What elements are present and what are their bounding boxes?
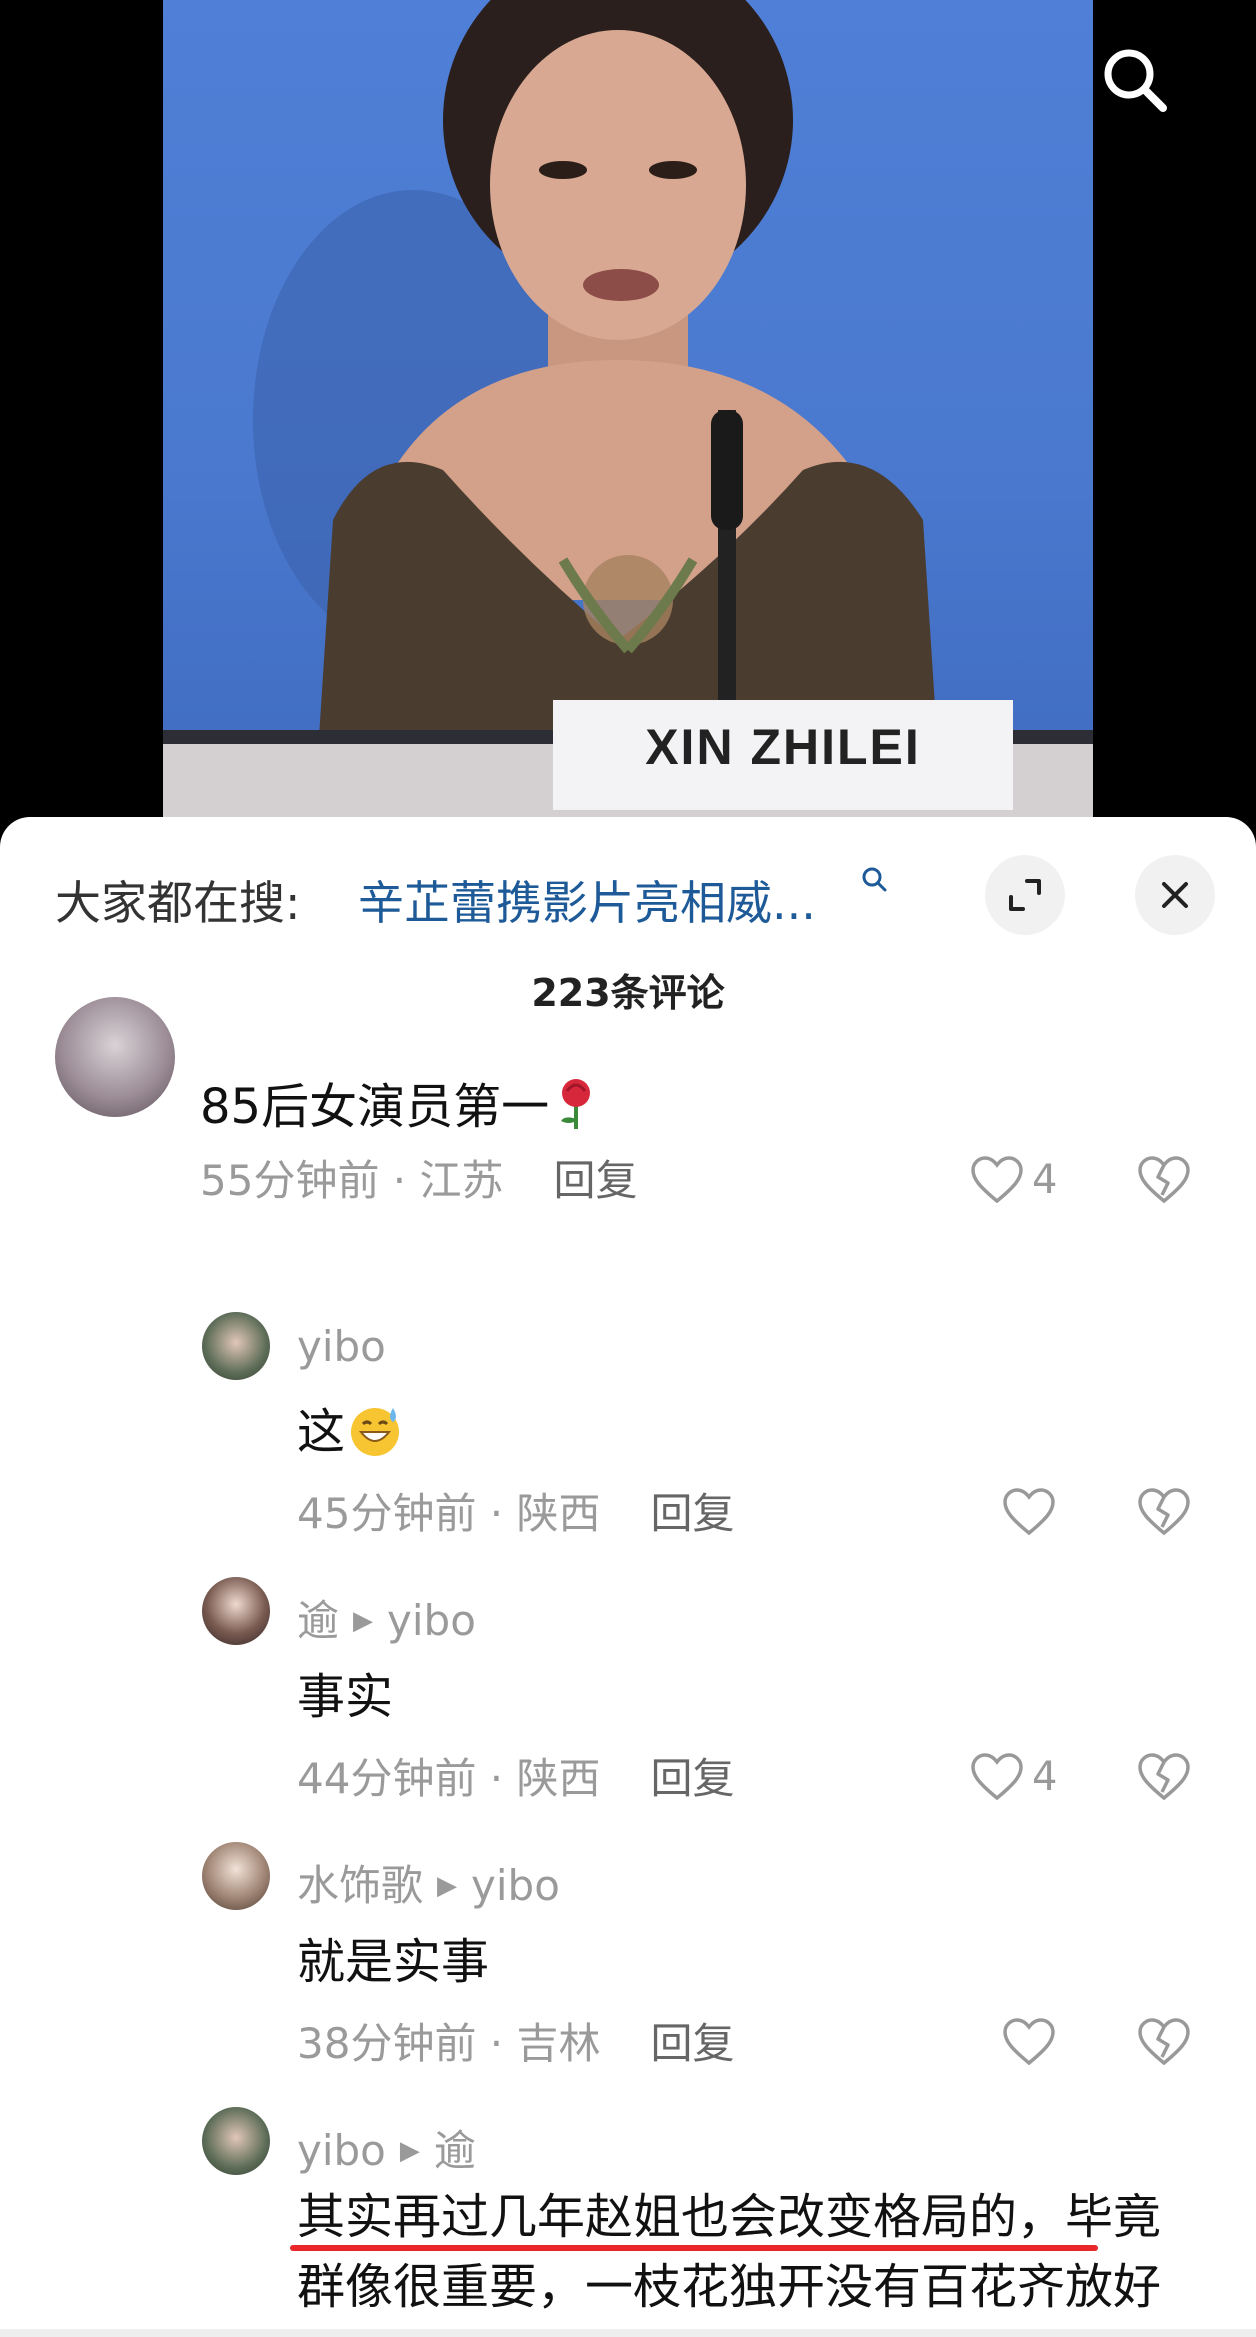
reply-button[interactable]: 回复 <box>651 1754 735 1803</box>
comment-text-content: 这 <box>297 1404 346 1460</box>
heart-icon <box>971 1156 1023 1204</box>
dislike-button[interactable] <box>1137 1155 1191 1209</box>
comment-text-line: 其实再过几年赵姐也会改变格局的，毕竟 <box>297 2189 1162 2245</box>
reply-to-username[interactable]: yibo <box>471 1861 560 1910</box>
like-button[interactable] <box>1002 2017 1064 2067</box>
comment-text: 85后女演员第一 <box>200 1067 599 1137</box>
comment-text-content: 85后女演员第一 <box>200 1079 550 1135</box>
username[interactable]: 逾 <box>297 1596 339 1645</box>
broken-heart-icon <box>1138 1753 1190 1801</box>
name-plate: XIN ZHILEI <box>645 719 921 775</box>
username[interactable]: 水饰歌 <box>297 1861 423 1910</box>
heart-icon <box>1003 1488 1055 1536</box>
search-icon <box>1104 49 1167 112</box>
expand-button[interactable] <box>985 855 1065 935</box>
comment-text-content: 事实 <box>297 1669 394 1725</box>
comment-location: 吉林 <box>516 2019 601 2068</box>
comment-time: 55分钟前 <box>200 1156 380 1205</box>
like-button[interactable] <box>1002 1487 1064 1537</box>
like-button[interactable]: 4 <box>970 1752 1057 1802</box>
like-count: 4 <box>1032 1754 1058 1800</box>
username[interactable]: yibo <box>297 2126 386 2175</box>
comment-text-line: 群像很重要，一枝花独开没有百花齐放好 <box>297 2259 1162 2315</box>
trending-search-prefix: 大家都在搜: <box>55 876 301 930</box>
search-icon <box>862 867 887 892</box>
close-button[interactable] <box>1135 855 1215 935</box>
comment-location: 陕西 <box>516 1754 601 1803</box>
like-count: 4 <box>1032 1157 1058 1203</box>
reply-button[interactable]: 回复 <box>554 1156 638 1205</box>
video-player[interactable]: XIN ZHILEI <box>0 0 1256 830</box>
username[interactable]: yibo <box>297 1322 386 1371</box>
avatar[interactable] <box>202 1842 270 1910</box>
comment-location: 陕西 <box>516 1489 601 1538</box>
comment-username[interactable]: yibo ▶ 逾 <box>297 2117 476 2178</box>
dislike-button[interactable] <box>1137 1752 1191 1806</box>
comment-meta: 44分钟前 · 陕西 回复 <box>297 1754 735 1803</box>
rose-emoji-icon <box>561 1079 591 1129</box>
comment-text: 这 <box>297 1392 403 1462</box>
broken-heart-icon <box>1138 1488 1190 1536</box>
comment-time: 44分钟前 <box>297 1754 477 1803</box>
comment-time: 45分钟前 <box>297 1489 477 1538</box>
like-button[interactable]: 4 <box>970 1155 1057 1205</box>
reply-arrow-icon: ▶ <box>353 1606 374 1636</box>
broken-heart-icon <box>1138 1156 1190 1204</box>
sheet-bottom-edge <box>0 2329 1256 2337</box>
comment-count: 223条评论 <box>531 971 725 1015</box>
comment-time: 38分钟前 <box>297 2019 477 2068</box>
comment-location: 江苏 <box>419 1156 504 1205</box>
comment-username[interactable]: 水饰歌 ▶ yibo <box>297 1852 560 1913</box>
comment-text: 就是实事 <box>297 1922 489 1992</box>
reply-to-username[interactable]: 逾 <box>434 2126 476 2175</box>
comment-meta: 45分钟前 · 陕西 回复 <box>297 1489 735 1538</box>
comment-text-content: 就是实事 <box>297 1934 490 1990</box>
comment-meta: 55分钟前 · 江苏 回复 <box>200 1156 638 1205</box>
heart-icon <box>1003 2018 1055 2066</box>
broken-heart-icon <box>1138 2018 1190 2066</box>
comment-username[interactable]: yibo <box>297 1322 386 1371</box>
expand-icon <box>1009 879 1041 911</box>
video-search-button[interactable] <box>1095 40 1175 120</box>
avatar[interactable] <box>202 1312 270 1380</box>
comment-text: 其实再过几年赵姐也会改变格局的，毕竟 群像很重要，一枝花独开没有百花齐放好 看 <box>297 2182 1217 2337</box>
comment-username[interactable]: 逾 ▶ yibo <box>297 1587 476 1648</box>
avatar[interactable] <box>55 997 175 1117</box>
dislike-button[interactable] <box>1137 2017 1191 2071</box>
heart-icon <box>971 1753 1023 1801</box>
comment-text: 事实 <box>297 1657 393 1727</box>
reply-button[interactable]: 回复 <box>651 1489 735 1538</box>
dislike-button[interactable] <box>1137 1487 1191 1541</box>
trending-search-row: 大家都在搜: 辛芷蕾携影片亮相威... <box>0 817 1256 962</box>
trending-search-link[interactable]: 辛芷蕾携影片亮相威... <box>358 867 816 933</box>
grinning-sweat-emoji-icon <box>351 1408 400 1456</box>
video-frame-image <box>163 0 1093 830</box>
avatar[interactable] <box>202 1577 270 1645</box>
reply-to-username[interactable]: yibo <box>387 1596 476 1645</box>
video-frame[interactable]: XIN ZHILEI <box>163 0 1093 830</box>
reply-arrow-icon: ▶ <box>399 2136 420 2166</box>
close-icon <box>1162 882 1188 908</box>
avatar[interactable] <box>202 2107 270 2175</box>
comment-sheet: 大家都在搜: 辛芷蕾携影片亮相威... 223条评论 85后女演员第一 55分钟… <box>0 817 1256 2337</box>
reply-button[interactable]: 回复 <box>651 2019 735 2068</box>
highlight-underline <box>290 2245 1098 2251</box>
reply-arrow-icon: ▶ <box>437 1871 458 1901</box>
comment-meta: 38分钟前 · 吉林 回复 <box>297 2019 735 2068</box>
